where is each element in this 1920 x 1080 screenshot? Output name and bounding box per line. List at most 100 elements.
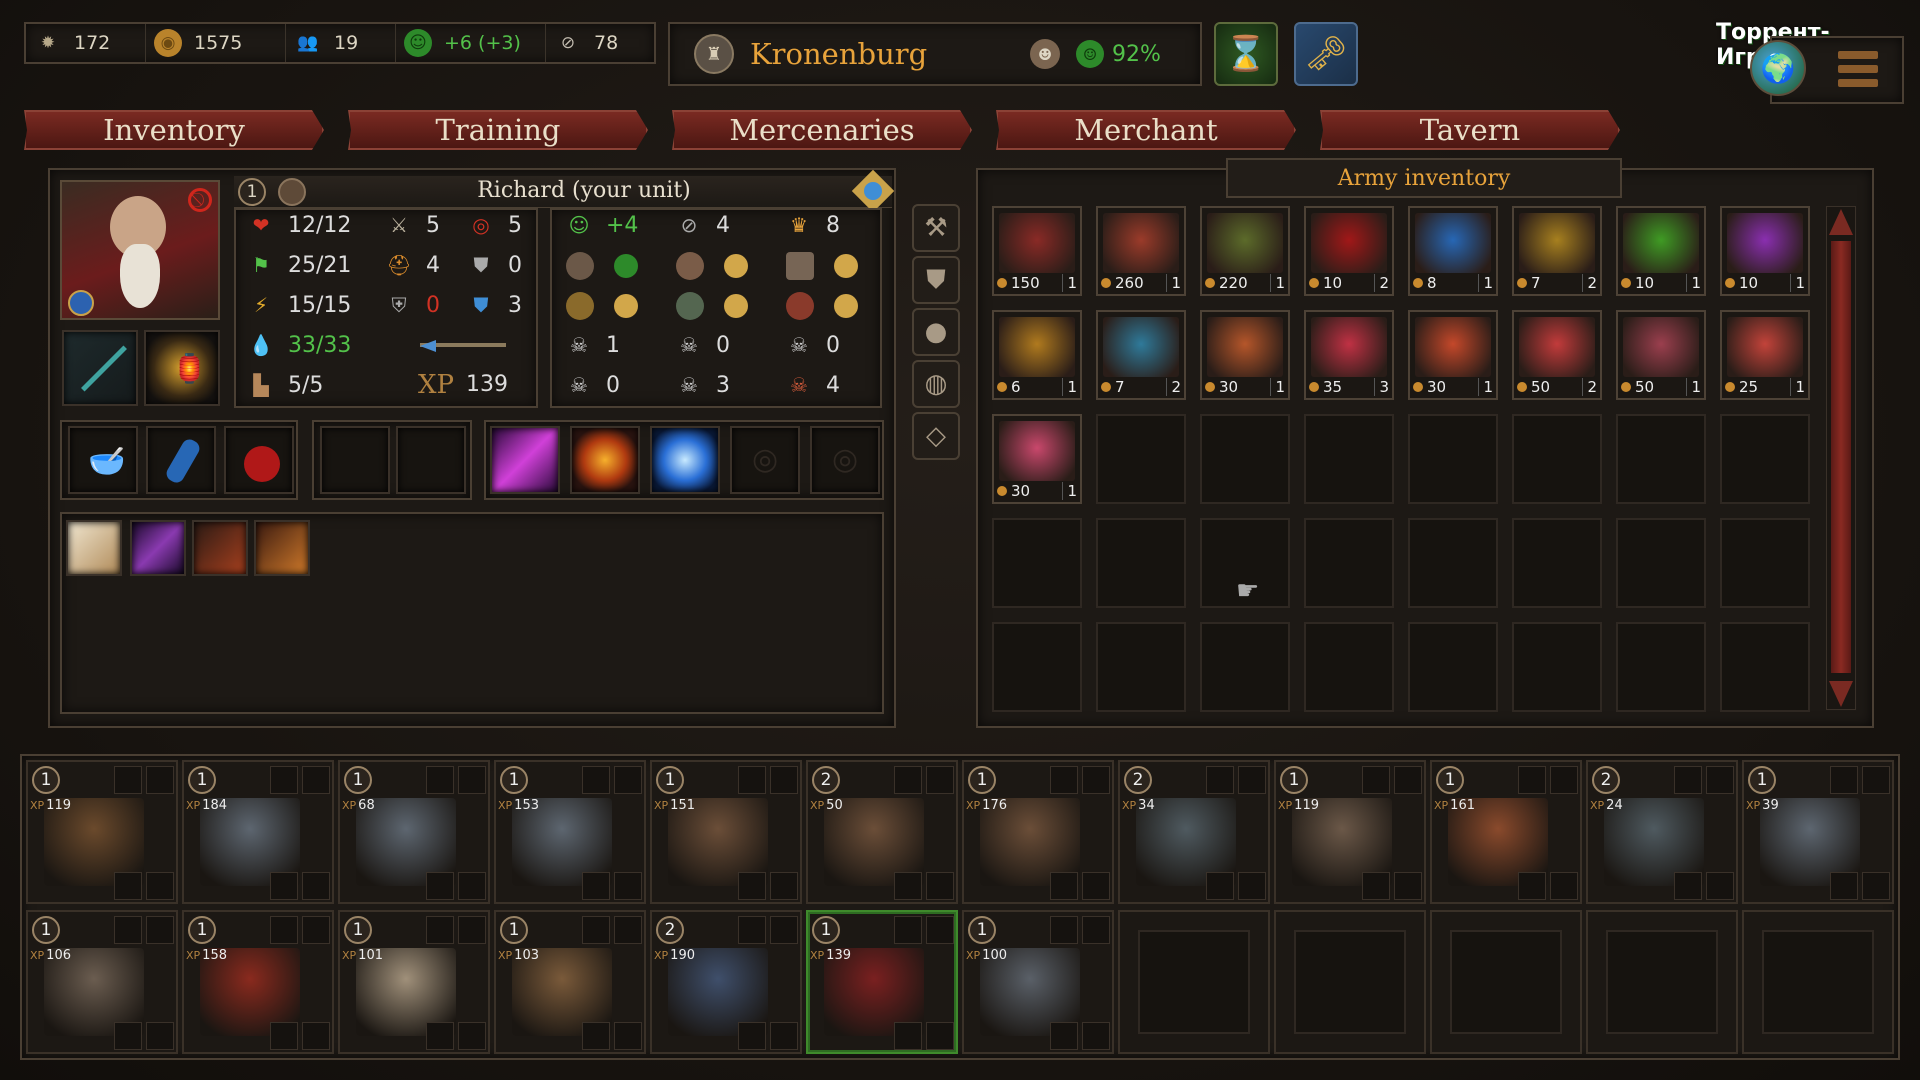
unit-weapon-slot[interactable]	[582, 872, 610, 900]
inventory-item-honey-pot[interactable]: 61	[992, 310, 1082, 400]
unit-slot-empty[interactable]	[1742, 910, 1894, 1054]
unit-card[interactable]: 1 XP 151	[650, 760, 802, 904]
unit-consumable-slot[interactable]	[1862, 766, 1890, 794]
unit-card[interactable]: 2 XP 34	[1118, 760, 1270, 904]
unit-consumable-slot[interactable]	[270, 766, 298, 794]
unit-card[interactable]: 1 XP 68	[338, 760, 490, 904]
unit-card[interactable]: 1 XP 158	[182, 910, 334, 1054]
unit-weapon-slot[interactable]	[270, 1022, 298, 1050]
inventory-item-scroll-pink[interactable]: 30 1	[992, 414, 1082, 504]
unit-consumable-slot[interactable]	[894, 766, 922, 794]
unit-consumable-slot[interactable]	[738, 916, 766, 944]
trinket-slot-1[interactable]	[320, 426, 390, 494]
unit-consumable-slot[interactable]	[1706, 766, 1734, 794]
unit-consumable-slot[interactable]	[1082, 916, 1110, 944]
inventory-slot-empty[interactable]	[1200, 622, 1290, 712]
unit-card[interactable]: 2 XP 190	[650, 910, 802, 1054]
unit-weapon-slot[interactable]	[1206, 872, 1234, 900]
unit-trinket-slot[interactable]	[1082, 872, 1110, 900]
unit-consumable-slot[interactable]	[770, 916, 798, 944]
unit-card[interactable]: 1 XP 100	[962, 910, 1114, 1054]
dismiss-unit-icon[interactable]: ⃠	[188, 188, 212, 212]
inventory-slot-empty[interactable]	[1304, 414, 1394, 504]
unit-weapon-slot[interactable]	[894, 1022, 922, 1050]
inventory-slot-empty[interactable]	[1304, 518, 1394, 608]
spell-slot-fireball[interactable]	[570, 426, 640, 494]
inventory-slot-empty[interactable]	[1512, 414, 1602, 504]
inventory-item-red-potion[interactable]: 10 2	[1304, 206, 1394, 296]
unit-consumable-slot[interactable]	[1550, 766, 1578, 794]
spell-slot-magic-bolt[interactable]	[490, 426, 560, 494]
unit-card[interactable]: 1 XP 176	[962, 760, 1114, 904]
unit-weapon-slot[interactable]	[738, 872, 766, 900]
unit-consumable-slot[interactable]	[1362, 766, 1390, 794]
unit-trinket-slot[interactable]	[770, 1022, 798, 1050]
ability-heal[interactable]	[66, 520, 122, 576]
unit-slot-empty[interactable]	[1274, 910, 1426, 1054]
unit-card[interactable]: 1 XP 153	[494, 760, 646, 904]
inventory-item-scroll[interactable]: 30 1	[1200, 310, 1290, 400]
consumable-slot-1[interactable]: 🥣	[68, 426, 138, 494]
unit-trinket-slot[interactable]	[1238, 872, 1266, 900]
unit-consumable-slot[interactable]	[270, 916, 298, 944]
spell-slot-empty-1[interactable]: ◎	[730, 426, 800, 494]
unit-weapon-slot[interactable]	[1050, 872, 1078, 900]
unit-trinket-slot[interactable]	[1394, 872, 1422, 900]
unit-trinket-slot[interactable]	[302, 1022, 330, 1050]
spell-slot-lightning[interactable]	[650, 426, 720, 494]
tab-inventory[interactable]: Inventory	[24, 110, 324, 150]
unit-card[interactable]: 2 XP 24	[1586, 760, 1738, 904]
inventory-slot-empty[interactable]	[1200, 414, 1290, 504]
inventory-item-green-potion[interactable]: 10 1	[1616, 206, 1706, 296]
unit-slot-empty[interactable]	[1118, 910, 1270, 1054]
inventory-slot-empty[interactable]	[1408, 622, 1498, 712]
trinket-slot-2[interactable]	[396, 426, 466, 494]
inventory-scrollbar[interactable]	[1826, 206, 1856, 710]
unit-weapon-slot[interactable]	[1674, 872, 1702, 900]
unit-consumable-slot[interactable]	[1206, 766, 1234, 794]
unit-consumable-slot[interactable]	[582, 916, 610, 944]
unit-trinket-slot[interactable]	[458, 872, 486, 900]
unit-consumable-slot[interactable]	[114, 766, 142, 794]
filter-armor-button[interactable]: ⛊	[912, 256, 960, 304]
unit-trinket-slot[interactable]	[1550, 872, 1578, 900]
ability-shadow[interactable]	[192, 520, 248, 576]
unit-consumable-slot[interactable]	[458, 916, 486, 944]
quest-key-button[interactable]: 🗝	[1294, 22, 1358, 86]
inventory-slot-empty[interactable]	[1512, 518, 1602, 608]
inventory-item-skull-trinket[interactable]: 220 1	[1200, 206, 1290, 296]
inventory-slot-empty[interactable]	[1720, 622, 1810, 712]
inventory-item-amulet[interactable]: 260 1	[1096, 206, 1186, 296]
scroll-down-icon[interactable]	[1829, 681, 1853, 707]
filter-gems-button[interactable]: ◇	[912, 412, 960, 460]
unit-card[interactable]: 2 XP 50	[806, 760, 958, 904]
unit-weapon-slot[interactable]	[894, 872, 922, 900]
unit-weapon-slot[interactable]	[114, 872, 142, 900]
inventory-slot-empty[interactable]	[1408, 414, 1498, 504]
unit-card[interactable]: 1 XP 119	[26, 760, 178, 904]
unit-consumable-slot[interactable]	[458, 766, 486, 794]
unit-card[interactable]: 1 XP 184	[182, 760, 334, 904]
inventory-slot-empty[interactable]	[992, 518, 1082, 608]
unit-trinket-slot[interactable]	[770, 872, 798, 900]
unit-card[interactable]: 1 XP 161	[1430, 760, 1582, 904]
unit-consumable-slot[interactable]	[1518, 766, 1546, 794]
unit-weapon-slot[interactable]	[1362, 872, 1390, 900]
inventory-slot-empty[interactable]	[1096, 414, 1186, 504]
unit-card[interactable]: 1 XP 39	[1742, 760, 1894, 904]
unit-weapon-slot[interactable]	[582, 1022, 610, 1050]
unit-weapon-slot[interactable]	[738, 1022, 766, 1050]
unit-card[interactable]: 1 XP 103	[494, 910, 646, 1054]
inventory-slot-empty[interactable]	[1616, 622, 1706, 712]
consumable-slot-2[interactable]	[146, 426, 216, 494]
spell-slot-empty-2[interactable]: ◎	[810, 426, 880, 494]
inventory-slot-empty[interactable]	[1720, 518, 1810, 608]
inventory-slot-empty[interactable]	[1304, 622, 1394, 712]
unit-consumable-slot[interactable]	[1050, 916, 1078, 944]
inventory-item-scroll-beast[interactable]: 50 2	[1512, 310, 1602, 400]
unit-consumable-slot[interactable]	[426, 916, 454, 944]
filter-weapons-button[interactable]: ⚒	[912, 204, 960, 252]
inventory-slot-empty[interactable]	[1616, 414, 1706, 504]
hero-portrait[interactable]: ⃠	[60, 180, 220, 320]
inventory-item-scroll-fire[interactable]: 30 1	[1408, 310, 1498, 400]
